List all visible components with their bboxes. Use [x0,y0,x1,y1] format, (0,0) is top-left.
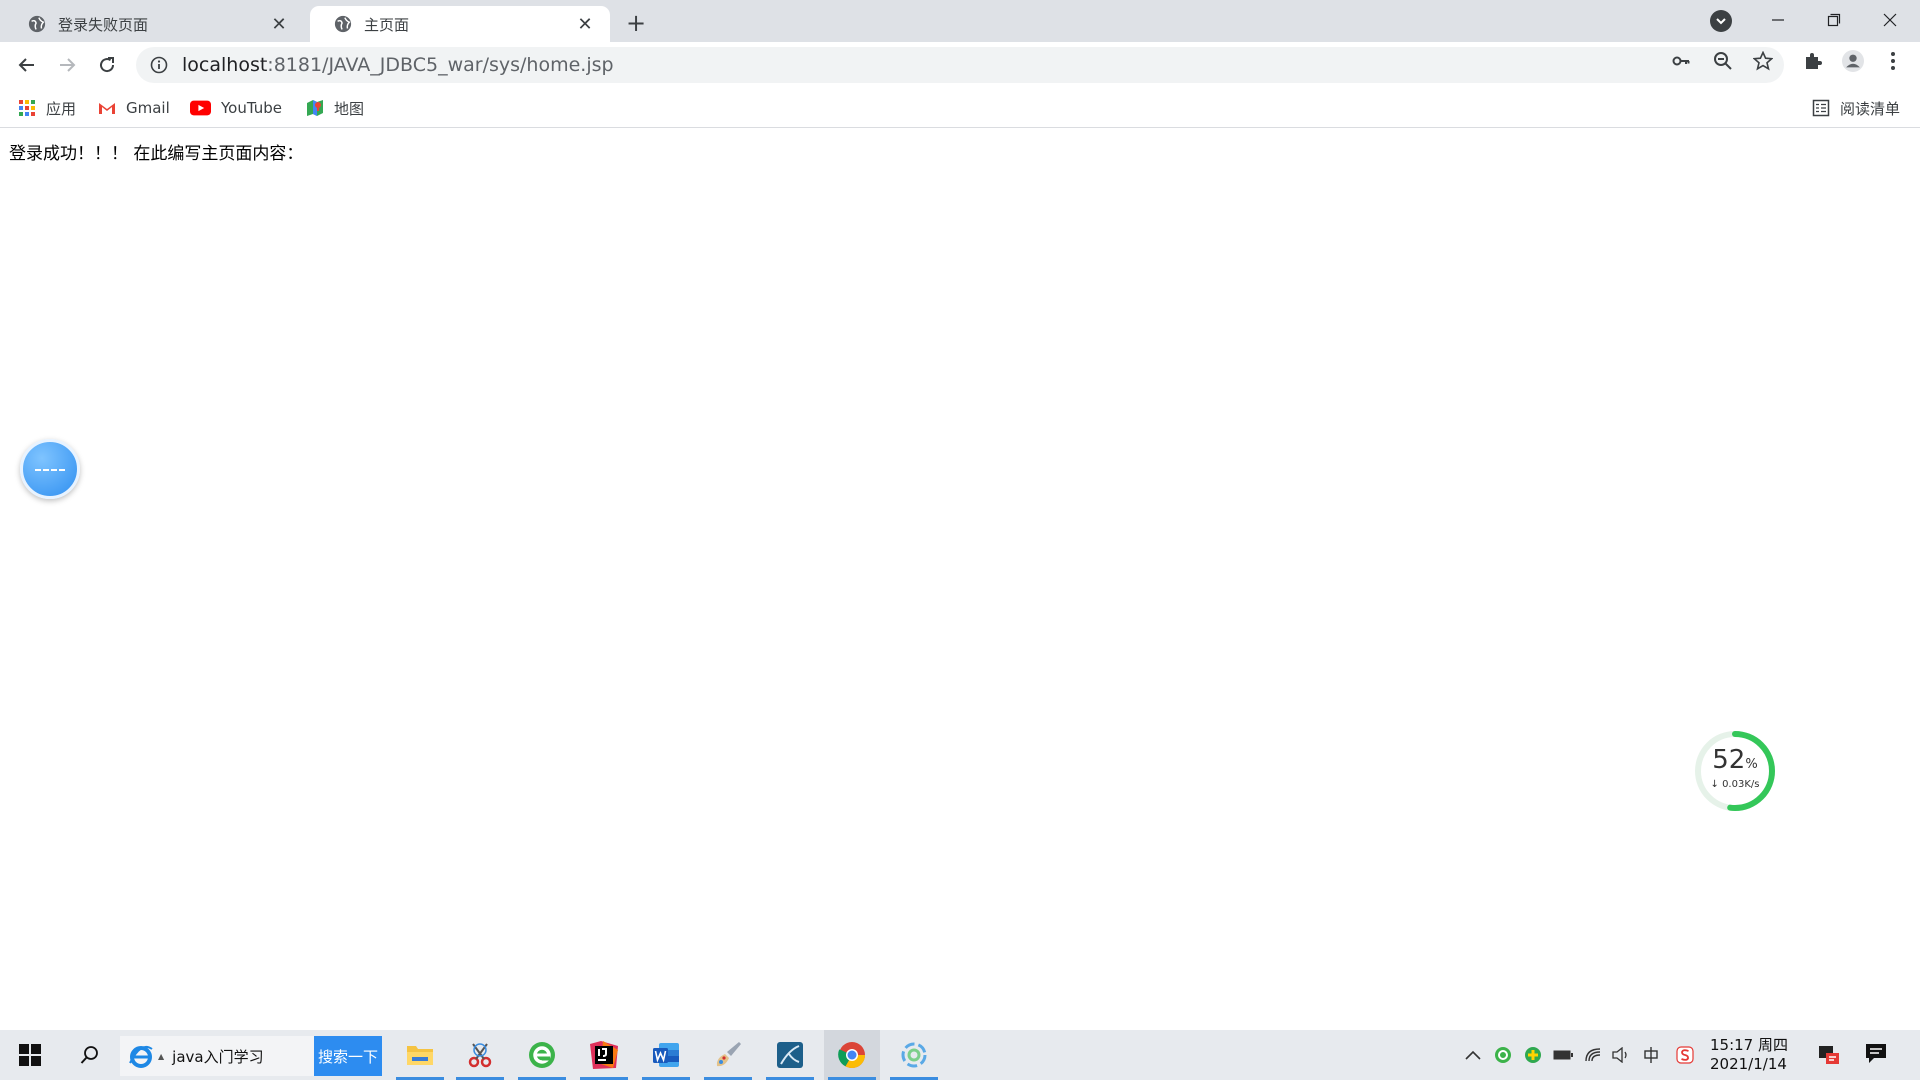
close-tab-icon[interactable]: ✕ [268,13,290,35]
folder-icon [407,1046,433,1065]
tab-strip: 登录失败页面 ✕ 主页面 ✕ + [0,0,1920,42]
taskbar-search-button[interactable] [70,1040,110,1070]
show-hidden-icons-chevron-icon[interactable] [1462,1044,1484,1066]
tab-title: 主页面 [364,15,410,34]
tab-search-icon[interactable] [1710,10,1732,32]
url-path: :8181/JAVA_JDBC5_war/sys/home.jsp [267,54,614,76]
bookmark-gmail[interactable]: Gmail [98,96,170,120]
globe-icon [28,15,46,33]
home-message: 登录成功！！！ 在此编写主页面内容： [9,144,304,164]
page-content: 登录成功！！！ 在此编写主页面内容： 52% ↓ 0.03K/s [0,129,1920,1029]
tab-home[interactable]: 主页面 ✕ [310,6,610,42]
search-go-button[interactable]: 搜索一下 [314,1036,382,1076]
back-button[interactable] [12,50,42,80]
gmail-icon [99,103,115,114]
browser-toolbar: localhost:8181/JAVA_JDBC5_war/sys/home.j… [0,42,1920,88]
360-browser-icon [529,1042,555,1068]
extensions-icon[interactable] [1802,50,1824,72]
file-explorer-app[interactable] [392,1030,448,1080]
system-clock[interactable]: 15:17 周四 2021/1/14 [1710,1036,1794,1074]
snipping-tool-app[interactable] [452,1030,508,1080]
intellij-icon [590,1041,618,1069]
word-app[interactable] [638,1030,694,1080]
url-text[interactable]: localhost:8181/JAVA_JDBC5_war/sys/home.j… [182,54,614,76]
speed-percent: 52% [1693,745,1777,775]
spinner-app-icon [901,1042,927,1068]
site-info-icon[interactable] [150,56,168,74]
sogou-ime-icon[interactable] [1674,1044,1696,1066]
reload-icon [100,57,115,73]
clock-time: 15:17 周四 [1710,1036,1788,1054]
bookmarks-bar: 应用 Gmail YouTube 地图 阅读清单 [0,88,1920,128]
chrome-icon [838,1042,866,1069]
bookmark-label: YouTube [221,99,282,117]
network-speed-widget[interactable]: 52% ↓ 0.03K/s [1693,729,1777,813]
battery-icon[interactable] [1552,1044,1574,1066]
windows-taskbar: ▲ java入门学习 搜索一下 15:17 周四 2021/1/14 [0,1030,1920,1080]
bookmark-apps[interactable]: 应用 [18,96,76,120]
input-method-icon[interactable] [1640,1044,1662,1066]
close-window-button[interactable] [1862,0,1918,40]
mysql-workbench-icon [777,1042,803,1068]
back-arrow-icon [18,58,34,72]
search-icon [80,1046,98,1064]
key-icon[interactable] [1670,50,1692,72]
menu-kebab-icon[interactable] [1882,50,1904,72]
action-center-icon[interactable] [1864,1042,1892,1068]
reading-list-button[interactable]: 阅读清单 [1812,96,1900,120]
dropdown-arrow-icon[interactable]: ▲ [158,1052,164,1061]
bookmark-label: 应用 [46,99,77,118]
bookmark-youtube[interactable]: YouTube [190,96,282,120]
tab-login-failed[interactable]: 登录失败页面 ✕ [4,6,304,42]
bookmark-label: Gmail [126,99,170,117]
apps-grid-icon [19,100,35,116]
youtube-icon [190,100,211,116]
tray-360-icon[interactable] [1492,1044,1514,1066]
bookmark-star-icon[interactable] [1752,50,1774,72]
bookmark-maps[interactable]: 地图 [306,96,364,120]
restore-button[interactable] [1806,0,1862,40]
download-rate: ↓ 0.03K/s [1710,779,1760,790]
percent-unit: % [1745,757,1758,772]
profile-avatar-icon[interactable] [1842,50,1864,72]
address-bar[interactable]: localhost:8181/JAVA_JDBC5_war/sys/home.j… [136,47,1784,83]
url-host: localhost [182,54,268,76]
maps-icon [307,100,323,116]
reading-list-icon [1812,99,1830,117]
volume-icon[interactable] [1610,1044,1632,1066]
paint-brush-icon [716,1042,741,1067]
forward-arrow-icon [60,58,76,72]
forward-button[interactable] [52,50,82,80]
ie-logo-icon [129,1045,153,1068]
browser-360-app[interactable] [514,1030,570,1080]
word-icon [653,1043,679,1067]
tray-security-icon[interactable] [1522,1044,1544,1066]
zoom-icon[interactable] [1712,50,1734,72]
ie-search-box[interactable]: ▲ java入门学习 [120,1036,314,1076]
tab-title: 登录失败页面 [58,15,149,34]
bookmark-label: 地图 [334,99,365,118]
globe-icon [334,15,352,33]
percent-value: 52 [1712,745,1746,775]
new-tab-button[interactable]: + [622,9,650,37]
scissors-icon [468,1043,492,1068]
windows-logo-icon [19,1044,41,1066]
reading-list-label: 阅读清单 [1840,99,1901,118]
reload-button[interactable] [92,50,122,80]
clock-date: 2021/1/14 [1710,1055,1787,1073]
minimize-button[interactable] [1750,0,1806,40]
close-tab-icon[interactable]: ✕ [574,13,596,35]
mysql-workbench-app[interactable] [762,1030,818,1080]
start-button[interactable] [10,1040,50,1070]
chrome-app[interactable] [824,1030,880,1080]
meeting-app-icon[interactable] [1818,1044,1840,1066]
floating-assistant-ball[interactable] [20,439,80,499]
eclipse-app[interactable] [886,1030,942,1080]
paint-app[interactable] [700,1030,756,1080]
dashes-icon [35,469,65,471]
intellij-idea-app[interactable] [576,1030,632,1080]
taskbar-search-text[interactable]: java入门学习 [172,1046,263,1067]
wifi-icon[interactable] [1582,1044,1604,1066]
